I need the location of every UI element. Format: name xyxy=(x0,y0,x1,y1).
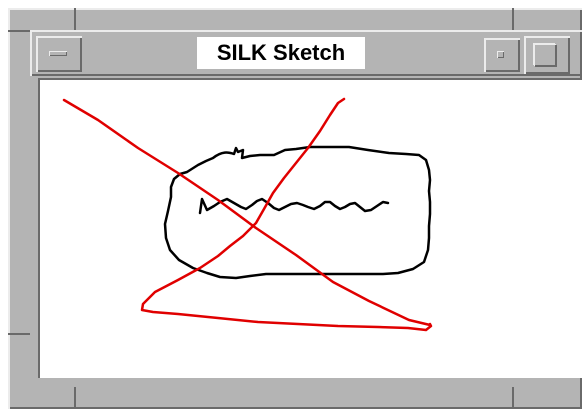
gesture-stroke-diagonal xyxy=(62,98,432,327)
window-menu-icon xyxy=(49,51,67,56)
frame-resize-notch[interactable] xyxy=(74,387,76,409)
window-title: SILK Sketch xyxy=(197,37,365,69)
sketch-stroke-rounded-rectangle xyxy=(163,145,432,280)
minimize-button[interactable] xyxy=(484,38,520,72)
maximize-button[interactable] xyxy=(524,36,570,74)
frame-resize-notch[interactable] xyxy=(8,333,30,335)
frame-resize-notch[interactable] xyxy=(74,8,76,30)
minimize-icon xyxy=(497,51,504,58)
sketch-drawing xyxy=(62,97,433,332)
gesture-stroke-loop xyxy=(140,97,433,332)
maximize-icon xyxy=(534,44,556,66)
frame-resize-notch[interactable] xyxy=(512,387,514,409)
frame-resize-notch[interactable] xyxy=(8,30,30,32)
sketch-canvas[interactable] xyxy=(38,78,582,378)
frame-resize-notch[interactable] xyxy=(512,8,514,30)
window-menu-button[interactable] xyxy=(36,36,82,72)
